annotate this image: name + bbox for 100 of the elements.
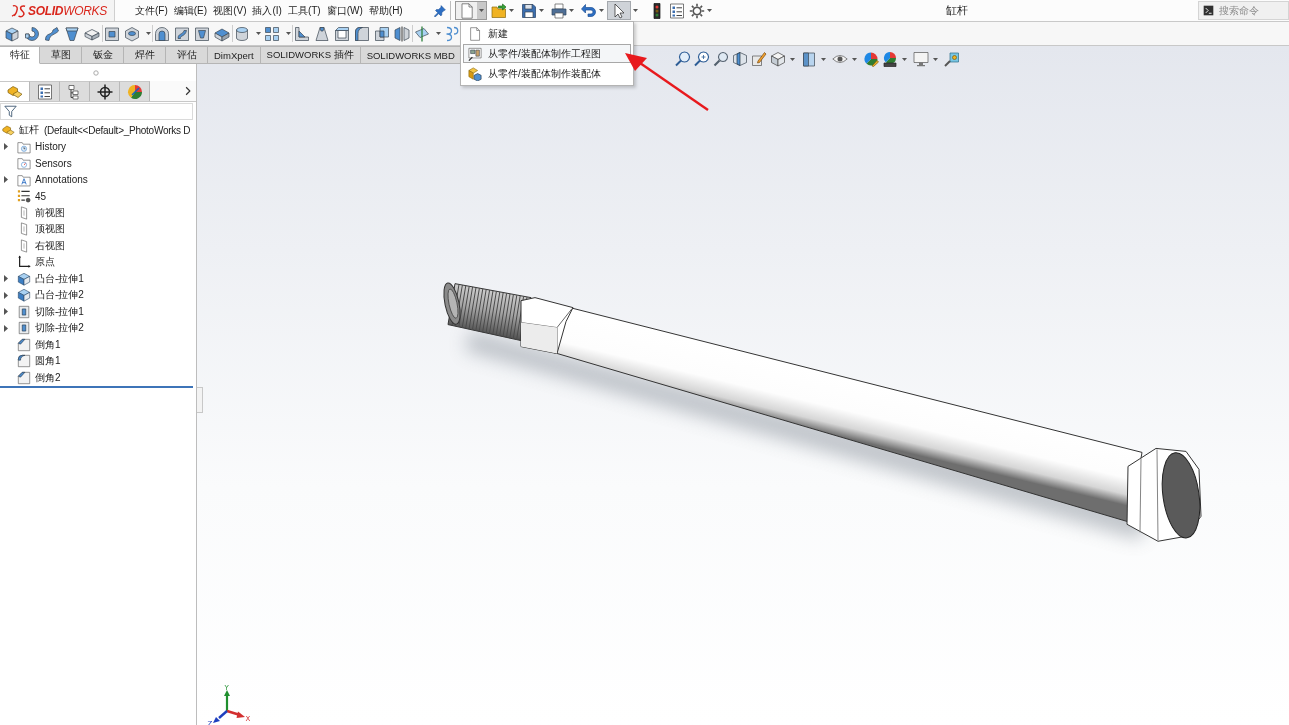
caret-icon[interactable] [479, 9, 484, 12]
curve-icon[interactable] [444, 25, 460, 42]
expand-arrow-icon[interactable] [4, 176, 8, 184]
rounded-edge-icon[interactable] [354, 25, 370, 42]
splitter-handle[interactable] [197, 387, 203, 413]
open-folder-icon[interactable] [491, 2, 507, 19]
command-tab[interactable]: 焊件 [124, 46, 166, 64]
caret-icon[interactable] [539, 9, 544, 12]
menu-item[interactable]: 编辑(E) [173, 3, 208, 18]
panel-tab[interactable] [30, 81, 60, 101]
document-icon[interactable] [459, 2, 475, 19]
z-axis-arrow[interactable] [213, 710, 228, 723]
cube-icon[interactable] [770, 51, 786, 67]
blocks-icon[interactable] [2, 123, 15, 137]
tilted-magnifier-icon[interactable] [713, 51, 729, 67]
shaded-box-icon[interactable] [801, 51, 817, 67]
tree-item[interactable]: 切除-拉伸2 [35, 321, 84, 336]
tree-item[interactable]: Sensors [35, 157, 72, 169]
hole-block-icon[interactable] [124, 25, 140, 42]
menu-item[interactable]: 帮助(H) [368, 3, 403, 18]
command-tab[interactable]: 评估 [166, 46, 208, 64]
tree-item[interactable]: 顶视图 [35, 222, 65, 237]
caret-icon[interactable] [146, 32, 151, 35]
caret-icon[interactable] [569, 9, 574, 12]
command-tab[interactable]: 特征 [0, 46, 40, 64]
arch-icon[interactable] [154, 25, 170, 42]
cut-block-icon[interactable] [104, 25, 120, 42]
caret-icon[interactable] [902, 57, 907, 61]
caret-icon[interactable] [821, 57, 826, 61]
menu-item[interactable]: 窗口(W) [326, 3, 363, 18]
menu-item[interactable]: 文件(F) [135, 3, 168, 18]
tree-item[interactable]: Annotations [35, 174, 88, 186]
filter-field[interactable] [0, 103, 193, 120]
caret-icon[interactable] [790, 57, 795, 61]
caret-icon[interactable] [599, 9, 604, 12]
cube-icon[interactable] [4, 25, 20, 42]
pencil-box-icon[interactable] [751, 51, 767, 67]
tapered-cut-icon[interactable] [194, 25, 210, 42]
color-ball-icon[interactable] [863, 51, 879, 67]
x-axis-arrow[interactable] [226, 709, 245, 718]
color-ball-icon[interactable] [882, 51, 898, 67]
tree-item[interactable]: 凸台-拉伸2 [35, 288, 84, 303]
undo-icon[interactable] [581, 2, 597, 19]
hollow-box-icon[interactable] [334, 25, 350, 42]
caret-icon[interactable] [852, 57, 857, 61]
command-tab[interactable]: SOLIDWORKS MBD [360, 46, 462, 64]
select-button[interactable] [607, 1, 631, 20]
chevron-right-icon[interactable] [183, 86, 193, 96]
menu-item[interactable]: 工具(T) [287, 3, 321, 18]
menu-item[interactable]: 插入(I) [252, 3, 282, 18]
new-document-button[interactable] [455, 1, 487, 20]
tree-item[interactable]: 原点 [35, 255, 55, 270]
grid-squares-icon[interactable] [264, 25, 280, 42]
command-tab[interactable]: DimXpert [208, 46, 261, 64]
mirror-icon[interactable] [394, 25, 410, 42]
list-icon[interactable] [669, 2, 685, 19]
curved-tube-icon[interactable] [44, 25, 60, 42]
expand-arrow-icon[interactable] [4, 291, 8, 299]
tree-item[interactable]: 45 [35, 190, 47, 202]
caret-icon[interactable] [256, 32, 261, 35]
axis-plane-icon[interactable] [414, 25, 430, 42]
tree-item[interactable]: 倒角1 [35, 337, 61, 352]
panel-tab[interactable] [90, 81, 120, 101]
intersect-icon[interactable] [374, 25, 390, 42]
command-tab[interactable]: SOLIDWORKS 插件 [260, 46, 361, 64]
monitor-icon[interactable] [913, 51, 929, 67]
section-box-icon[interactable] [732, 51, 748, 67]
search-field[interactable]: 搜索命令 [1198, 1, 1289, 20]
tree-item[interactable]: 凸台-拉伸1 [35, 271, 84, 286]
part-name[interactable]: 缸杆 [19, 123, 39, 138]
menu-option[interactable]: 从零件/装配体制作装配体 [463, 64, 631, 83]
caret-icon[interactable] [933, 57, 938, 61]
save-icon[interactable] [521, 2, 537, 19]
wedge-icon[interactable] [314, 25, 330, 42]
tree-item[interactable]: History [35, 141, 67, 153]
pin-icon[interactable] [434, 4, 446, 17]
magnifier-icon[interactable] [694, 51, 710, 67]
settings-icon[interactable] [689, 2, 705, 19]
expand-arrow-icon[interactable] [4, 324, 8, 332]
print-icon[interactable] [551, 2, 567, 19]
caret-icon[interactable] [633, 9, 638, 12]
tree-item[interactable]: 圆角1 [35, 354, 61, 369]
caret-icon[interactable] [509, 9, 514, 12]
funnel-shape-icon[interactable] [64, 25, 80, 42]
cursor-icon[interactable] [611, 2, 627, 19]
magnifier-icon[interactable] [675, 51, 691, 67]
cylinder-icon[interactable] [234, 25, 250, 42]
caret-icon[interactable] [436, 32, 441, 35]
command-tab[interactable]: 钣金 [82, 46, 124, 64]
grip-dot-icon[interactable] [93, 69, 99, 76]
y-axis-arrow[interactable] [224, 690, 230, 711]
expand-arrow-icon[interactable] [4, 143, 8, 151]
caret-icon[interactable] [707, 9, 712, 12]
menu-item[interactable]: 视图(V) [213, 3, 247, 18]
tape-measure-icon[interactable] [944, 51, 960, 67]
tree-item[interactable]: 前视图 [35, 205, 65, 220]
rib-icon[interactable] [294, 25, 310, 42]
expand-arrow-icon[interactable] [4, 275, 8, 283]
menu-option[interactable]: 新建 [463, 24, 631, 43]
tree-item[interactable]: 倒角2 [35, 370, 61, 385]
